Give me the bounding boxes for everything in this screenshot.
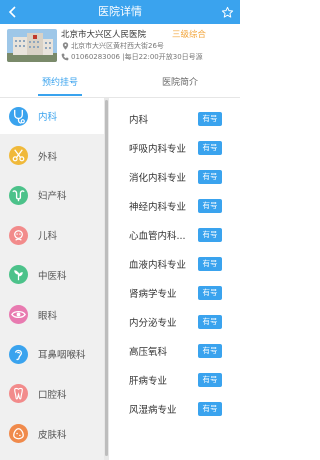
department-label: 眼科 [38,310,58,322]
sub-department-item[interactable]: 肝病专业 有号 [109,365,240,394]
department-label: 妇产科 [38,191,67,203]
sub-department-item[interactable]: 肾病学专业 有号 [109,278,240,307]
hospital-address[interactable]: 北京市大兴区黄村西大街26号 [61,41,164,51]
sub-department-label: 肾病学专业 [129,288,177,300]
sub-department-label: 心血管内科... [129,230,186,242]
sub-department-list[interactable]: 内科 有号 呼吸内科专业 有号 消化内科专业 有号 神经内科专业 有号 心血管内科... 有号 血液… [109,98,240,460]
hospital-name: 北京市大兴区人民医院 [61,30,147,40]
tab-bar: 预约挂号 医院简介 [0,72,240,98]
department-label: 外科 [38,151,58,163]
favorite-button[interactable] [218,0,236,24]
department-label: 内科 [38,112,58,123]
availability-badge[interactable]: 有号 [198,198,222,213]
eye-icon [9,305,28,324]
department-item[interactable]: 耳鼻咽喉科 [0,336,104,372]
sub-department-label: 内科 [129,114,149,126]
availability-badge[interactable]: 有号 [198,401,222,416]
sub-department-label: 高压氧科 [129,346,168,358]
hospital-phone[interactable]: 01060283006 |每日22:00开放30日号源 [61,52,203,62]
sub-department-item[interactable]: 内分泌专业 有号 [109,307,240,336]
availability-badge[interactable]: 有号 [198,256,222,271]
department-item[interactable]: 儿科 [0,217,104,253]
availability-badge[interactable]: 有号 [198,314,222,329]
availability-badge[interactable]: 有号 [198,372,222,387]
department-label: 中医科 [38,270,67,282]
availability-badge[interactable]: 有号 [198,227,222,242]
sub-department-item[interactable]: 神经内科专业 有号 [109,191,240,220]
availability-badge[interactable]: 有号 [198,285,222,300]
page-title: 医院详情 [98,5,142,18]
department-item[interactable]: 外科 [0,138,104,174]
tab-active-indicator [38,94,82,96]
department-item[interactable]: 中医科 [0,257,104,293]
sub-department-item[interactable]: 内科 有号 [109,104,240,133]
sub-department-item[interactable]: 高压氧科 有号 [109,336,240,365]
tab-hospital-intro[interactable]: 医院简介 [120,72,240,98]
availability-badge[interactable]: 有号 [198,343,222,358]
sub-department-label: 血液内科专业 [129,259,187,271]
sub-department-label: 肝病专业 [129,375,168,387]
uterus-icon [9,185,28,205]
department-list[interactable]: 内科外科妇产科儿科中医科眼科耳鼻咽喉科口腔科皮肤科 [0,98,104,460]
phone-hours-text: 01060283006 |每日22:00开放30日号源 [71,53,203,61]
department-item[interactable]: 眼科 [0,297,104,333]
hospital-info: 北京市大兴区人民医院 三级综合 北京市大兴区黄村西大街26号 010602830… [0,24,240,70]
sub-department-label: 呼吸内科专业 [129,143,187,155]
phone-icon [61,53,69,61]
tooth-icon [9,384,28,404]
sub-department-label: 内分泌专业 [129,317,177,329]
department-label: 口腔科 [38,389,67,401]
sub-department-label: 风湿病专业 [129,404,177,416]
availability-badge[interactable]: 有号 [198,169,222,184]
department-item[interactable]: 口腔科 [0,376,104,412]
scrollbar-thumb[interactable] [105,100,108,456]
header-bar: 医院详情 [0,0,240,24]
sub-department-label: 神经内科专业 [129,201,187,213]
department-item[interactable]: 内科 [0,98,104,134]
herb-icon [9,265,28,285]
department-label: 耳鼻咽喉科 [38,350,86,362]
department-item[interactable]: 皮肤科 [0,416,104,452]
sub-department-item[interactable]: 消化内科专业 有号 [109,162,240,191]
ear-icon [9,344,28,364]
department-item[interactable]: 妇产科 [0,177,104,213]
skin-icon [9,424,28,444]
stethoscope-icon [9,106,28,126]
department-label: 儿科 [38,231,58,243]
sub-department-item[interactable]: 心血管内科... 有号 [109,220,240,249]
sub-department-item[interactable]: 血液内科专业 有号 [109,249,240,278]
department-label: 皮肤科 [38,429,67,441]
availability-badge[interactable]: 有号 [198,140,222,155]
hospital-grade: 三级综合 [172,30,207,40]
hospital-photo [7,29,57,62]
sub-department-item[interactable]: 风湿病专业 有号 [109,394,240,423]
baby-icon [9,225,28,245]
sub-department-item[interactable]: 呼吸内科专业 有号 [109,133,240,162]
address-text: 北京市大兴区黄村西大街26号 [71,42,164,50]
scissors-icon [9,146,28,166]
location-pin-icon [61,42,69,50]
sub-department-label: 消化内科专业 [129,172,187,184]
star-outline-icon [221,6,233,18]
availability-badge[interactable]: 有号 [198,111,222,126]
